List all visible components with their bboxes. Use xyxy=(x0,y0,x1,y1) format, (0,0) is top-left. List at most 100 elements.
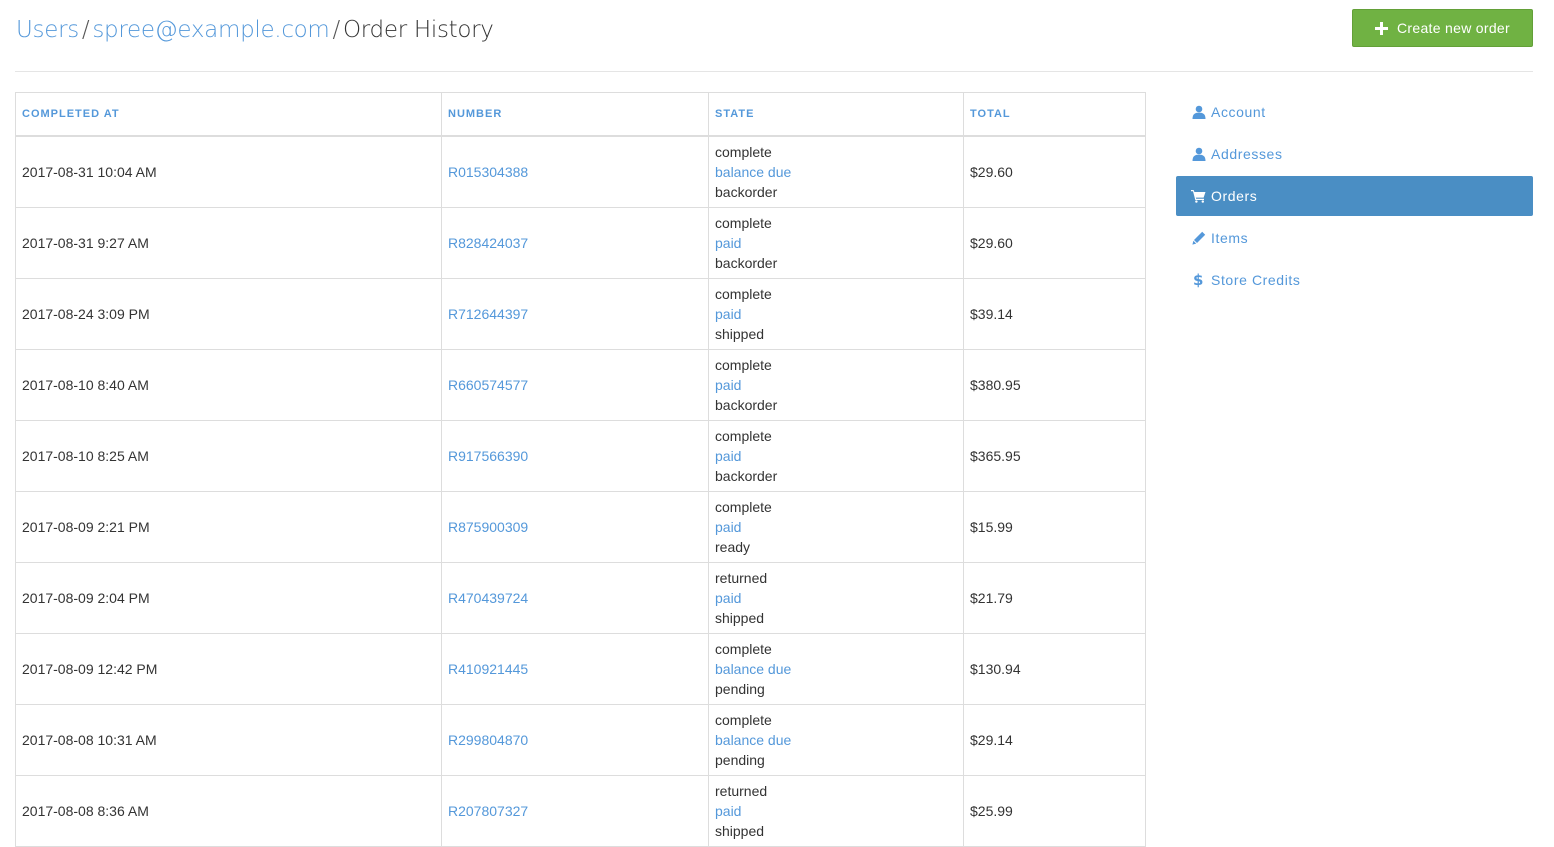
order-state: complete xyxy=(715,286,772,302)
order-number-link[interactable]: R207807327 xyxy=(448,803,528,819)
state-cell: complete paid shipped xyxy=(708,278,964,350)
order-state: complete xyxy=(715,428,772,444)
order-number-link[interactable]: R015304388 xyxy=(448,164,528,180)
shipment-state: shipped xyxy=(715,326,765,342)
payment-state: paid xyxy=(715,235,742,251)
state-cell: returned paid shipped xyxy=(708,562,964,634)
completed-at-cell: 2017-08-08 8:36 AM xyxy=(15,775,442,847)
sidebar-item-label: Orders xyxy=(1211,188,1258,204)
order-state: complete xyxy=(715,357,772,373)
payment-state: paid xyxy=(715,803,742,819)
column-header-total[interactable]: TOTAL xyxy=(963,92,1146,137)
total-cell: $21.79 xyxy=(963,562,1146,634)
completed-at-cell: 2017-08-09 12:42 PM xyxy=(15,633,442,705)
shipment-state: shipped xyxy=(715,823,765,839)
total-cell: $365.95 xyxy=(963,420,1146,492)
order-state: complete xyxy=(715,143,772,160)
completed-at-cell: 2017-08-10 8:25 AM xyxy=(15,420,442,492)
state-cell: complete paid backorder xyxy=(708,349,964,421)
breadcrumb-user-email-link[interactable]: spree@example.com xyxy=(92,17,329,43)
payment-state: balance due xyxy=(715,661,792,677)
order-state: complete xyxy=(715,712,772,728)
total-cell: $29.60 xyxy=(963,135,1146,208)
state-cell: complete paid backorder xyxy=(708,420,964,492)
completed-at-cell: 2017-08-08 10:31 AM xyxy=(15,704,442,776)
total-cell: $380.95 xyxy=(963,349,1146,421)
payment-state: paid xyxy=(715,377,742,393)
shipment-state: shipped xyxy=(715,610,765,626)
total-cell: $39.14 xyxy=(963,278,1146,350)
payment-state: balance due xyxy=(715,163,792,180)
table-row: 2017-08-10 8:40 AM R660574577 complete paid… xyxy=(15,349,1146,421)
total-cell: $29.60 xyxy=(963,207,1146,279)
order-state: complete xyxy=(715,641,772,657)
order-number-cell: R015304388 xyxy=(441,135,709,208)
order-state: complete xyxy=(715,499,772,515)
sidebar-item-label: Addresses xyxy=(1211,146,1283,162)
table-row: 2017-08-09 2:04 PM R470439724 returned paid… xyxy=(15,562,1146,634)
order-number-cell: R660574577 xyxy=(441,349,709,421)
shipment-state: ready xyxy=(715,539,751,555)
sidebar-item-orders[interactable]: Orders xyxy=(1176,176,1533,216)
state-cell: complete paid backorder xyxy=(708,207,964,279)
order-state: complete xyxy=(715,215,772,231)
order-number-cell: R875900309 xyxy=(441,491,709,563)
order-state: returned xyxy=(715,570,768,586)
sidebar-item-label: Account xyxy=(1211,104,1266,120)
sidebar-item-store-credits[interactable]: $ Store Credits xyxy=(1176,260,1533,300)
create-new-order-button[interactable]: Create new order xyxy=(1352,9,1533,47)
order-state: returned xyxy=(715,783,768,799)
table-row: 2017-08-24 3:09 PM R712644397 complete paid… xyxy=(15,278,1146,350)
order-number-link[interactable]: R917566390 xyxy=(448,448,528,464)
order-number-cell: R410921445 xyxy=(441,633,709,705)
column-header-state[interactable]: STATE xyxy=(708,92,964,137)
shipment-state: backorder xyxy=(715,397,778,413)
order-number-link[interactable]: R410921445 xyxy=(448,661,528,677)
completed-at-cell: 2017-08-31 10:04 AM xyxy=(15,135,442,208)
orders-table: COMPLETED AT NUMBER STATE TOTAL 2017-08-… xyxy=(15,92,1146,847)
completed-at-cell: 2017-08-10 8:40 AM xyxy=(15,349,442,421)
order-number-link[interactable]: R660574577 xyxy=(448,377,528,393)
order-number-link[interactable]: R828424037 xyxy=(448,235,528,251)
order-number-link[interactable]: R299804870 xyxy=(448,732,528,748)
pencil-icon xyxy=(1191,231,1206,246)
sidebar-item-label: Items xyxy=(1211,230,1249,246)
completed-at-cell: 2017-08-09 2:04 PM xyxy=(15,562,442,634)
state-cell: complete balance due pending xyxy=(708,704,964,776)
column-header-completed-at[interactable]: COMPLETED AT xyxy=(15,92,442,137)
shipment-state: backorder xyxy=(715,183,778,200)
completed-at-cell: 2017-08-31 9:27 AM xyxy=(15,207,442,279)
user-icon xyxy=(1191,105,1206,120)
sidebar-item-account[interactable]: Account xyxy=(1176,92,1533,132)
column-header-number[interactable]: NUMBER xyxy=(441,92,709,137)
order-number-link[interactable]: R470439724 xyxy=(448,590,528,606)
shipment-state: pending xyxy=(715,681,765,697)
shipment-state: backorder xyxy=(715,468,778,484)
page-header: Users / spree@example.com / Order History Cr… xyxy=(15,0,1533,72)
page-title: Order History xyxy=(343,17,494,43)
completed-at-cell: 2017-08-09 2:21 PM xyxy=(15,491,442,563)
order-number-link[interactable]: R712644397 xyxy=(448,306,528,322)
payment-state: balance due xyxy=(715,732,792,748)
total-cell: $29.14 xyxy=(963,704,1146,776)
completed-at-cell: 2017-08-24 3:09 PM xyxy=(15,278,442,350)
order-number-cell: R917566390 xyxy=(441,420,709,492)
table-row: 2017-08-10 8:25 AM R917566390 complete paid… xyxy=(15,420,1146,492)
sidebar-item-items[interactable]: Items xyxy=(1176,218,1533,258)
table-row: 2017-08-08 8:36 AM R207807327 returned paid… xyxy=(15,775,1146,847)
dollar-icon: $ xyxy=(1192,271,1205,289)
sidebar-item-addresses[interactable]: Addresses xyxy=(1176,134,1533,174)
state-cell: complete balance due pending xyxy=(708,633,964,705)
state-cell: complete balance due backorder xyxy=(708,135,964,208)
state-cell: complete paid ready xyxy=(708,491,964,563)
breadcrumb-separator: / xyxy=(81,17,90,43)
cart-icon xyxy=(1191,189,1206,204)
sidebar-item-label: Store Credits xyxy=(1211,272,1301,288)
order-number-cell: R712644397 xyxy=(441,278,709,350)
breadcrumb-users-link[interactable]: Users xyxy=(16,17,79,43)
shipment-state: pending xyxy=(715,752,765,768)
table-row: 2017-08-31 9:27 AM R828424037 complete paid… xyxy=(15,207,1146,279)
user-sidebar-nav: Account Addresses Orders Items $ Store C… xyxy=(1176,92,1533,302)
payment-state: paid xyxy=(715,519,742,535)
order-number-link[interactable]: R875900309 xyxy=(448,519,528,535)
